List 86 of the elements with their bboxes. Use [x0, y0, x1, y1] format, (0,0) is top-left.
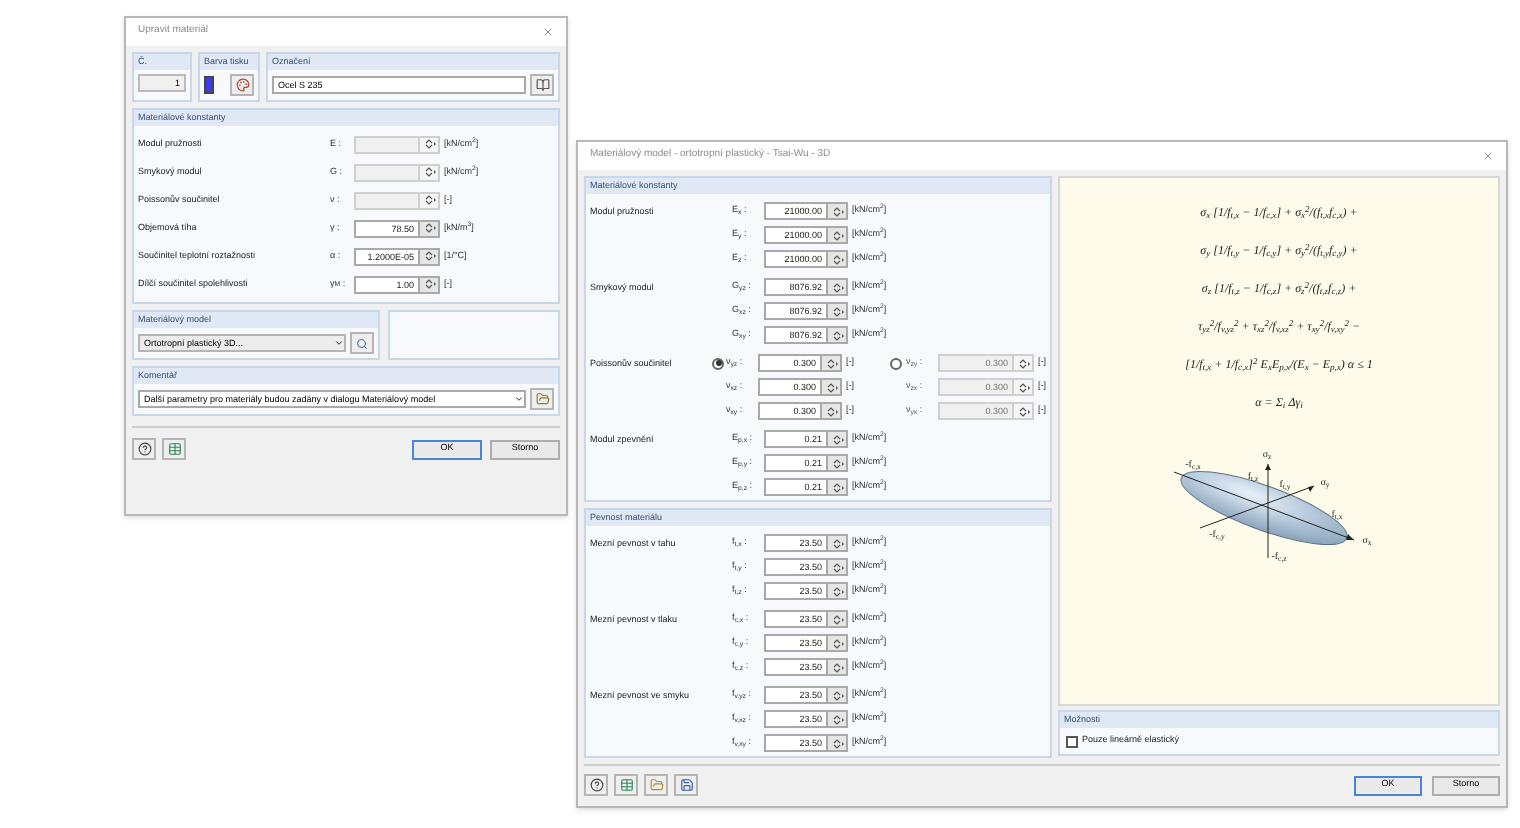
table-icon: [167, 442, 181, 456]
spinner-button[interactable]: [822, 378, 842, 396]
spinner-button[interactable]: [828, 710, 848, 728]
radio-button[interactable]: [712, 357, 724, 369]
spinner-button[interactable]: [420, 247, 440, 265]
comment-library-button[interactable]: [530, 388, 554, 410]
spinner-button[interactable]: [828, 202, 848, 220]
spinner-button[interactable]: [420, 135, 440, 153]
chevron-down-icon: [514, 394, 524, 404]
spinner-button[interactable]: [420, 275, 440, 293]
spinner-arrows-icon: [831, 205, 843, 217]
spinner-button[interactable]: [828, 658, 848, 676]
spinner-arrows-icon: [1017, 357, 1029, 369]
checkbox[interactable]: [1066, 735, 1078, 748]
spinner-button[interactable]: [828, 534, 848, 552]
spinner-button[interactable]: [1014, 402, 1034, 420]
color-swatch[interactable]: [204, 76, 214, 94]
spinner-arrows-icon: [423, 250, 435, 262]
radio-button[interactable]: [890, 357, 902, 369]
save-icon: [679, 778, 693, 792]
spinner-button[interactable]: [420, 163, 440, 181]
chevron-down-icon: [334, 338, 344, 348]
spinner-button[interactable]: [828, 582, 848, 600]
spinner-button[interactable]: [828, 454, 848, 472]
spinner-arrows-icon: [831, 281, 843, 293]
library-button[interactable]: [530, 74, 554, 96]
help-icon: [589, 778, 603, 792]
help-icon: [137, 442, 151, 456]
spinner-arrows-icon: [423, 166, 435, 178]
spinner-button[interactable]: [420, 191, 440, 209]
spinner-arrows-icon: [831, 613, 843, 625]
spinner-button[interactable]: [1014, 378, 1034, 396]
spinner-arrows-icon: [831, 305, 843, 317]
model-edit-button[interactable]: [350, 332, 374, 354]
spinner-arrows-icon: [831, 561, 843, 573]
help-button[interactable]: [132, 438, 156, 460]
spinner-button[interactable]: [828, 326, 848, 344]
spinner-arrows-icon: [831, 253, 843, 265]
spinner-button[interactable]: [420, 219, 440, 237]
palette-icon: [235, 78, 249, 92]
save-button[interactable]: [674, 774, 698, 796]
spinner-arrows-icon: [831, 229, 843, 241]
close-icon[interactable]: [542, 26, 554, 38]
spinner-arrows-icon: [831, 713, 843, 725]
spinner-button[interactable]: [828, 430, 848, 448]
spinner-arrows-icon: [1017, 405, 1029, 417]
spinner-arrows-icon: [831, 637, 843, 649]
color-picker-button[interactable]: [230, 74, 254, 96]
folder-icon: [535, 392, 549, 406]
magnifier-icon: [356, 337, 368, 349]
spinner-button[interactable]: [828, 302, 848, 320]
spinner-button[interactable]: [828, 634, 848, 652]
spinner-button[interactable]: [828, 278, 848, 296]
spinner-arrows-icon: [423, 222, 435, 234]
spinner-button[interactable]: [828, 558, 848, 576]
spinner-arrows-icon: [831, 661, 843, 673]
spinner-button[interactable]: [828, 226, 848, 244]
spinner-button[interactable]: [828, 478, 848, 496]
help-button[interactable]: [584, 774, 608, 796]
spinner-arrows-icon: [831, 689, 843, 701]
book-icon: [535, 78, 549, 92]
spinner-arrows-icon: [831, 329, 843, 341]
spinner-button[interactable]: [822, 354, 842, 372]
spinner-button[interactable]: [828, 250, 848, 268]
spinner-arrows-icon: [825, 357, 837, 369]
spinner-arrows-icon: [831, 537, 843, 549]
spinner-arrows-icon: [831, 433, 843, 445]
spinner-arrows-icon: [423, 278, 435, 290]
open-button[interactable]: [644, 774, 668, 796]
spinner-button[interactable]: [822, 402, 842, 420]
spinner-arrows-icon: [825, 381, 837, 393]
folder-icon: [649, 778, 663, 792]
spinner-arrows-icon: [825, 405, 837, 417]
table-icon: [619, 778, 633, 792]
spinner-button[interactable]: [1014, 354, 1034, 372]
spinner-button[interactable]: [828, 734, 848, 752]
spinner-arrows-icon: [831, 457, 843, 469]
spinner-arrows-icon: [831, 737, 843, 749]
spinner-arrows-icon: [423, 194, 435, 206]
spinner-arrows-icon: [831, 481, 843, 493]
spinner-arrows-icon: [423, 138, 435, 150]
spinner-arrows-icon: [831, 585, 843, 597]
spinner-arrows-icon: [1017, 381, 1029, 393]
close-icon[interactable]: [1482, 150, 1494, 162]
spinner-button[interactable]: [828, 686, 848, 704]
spinner-button[interactable]: [828, 610, 848, 628]
